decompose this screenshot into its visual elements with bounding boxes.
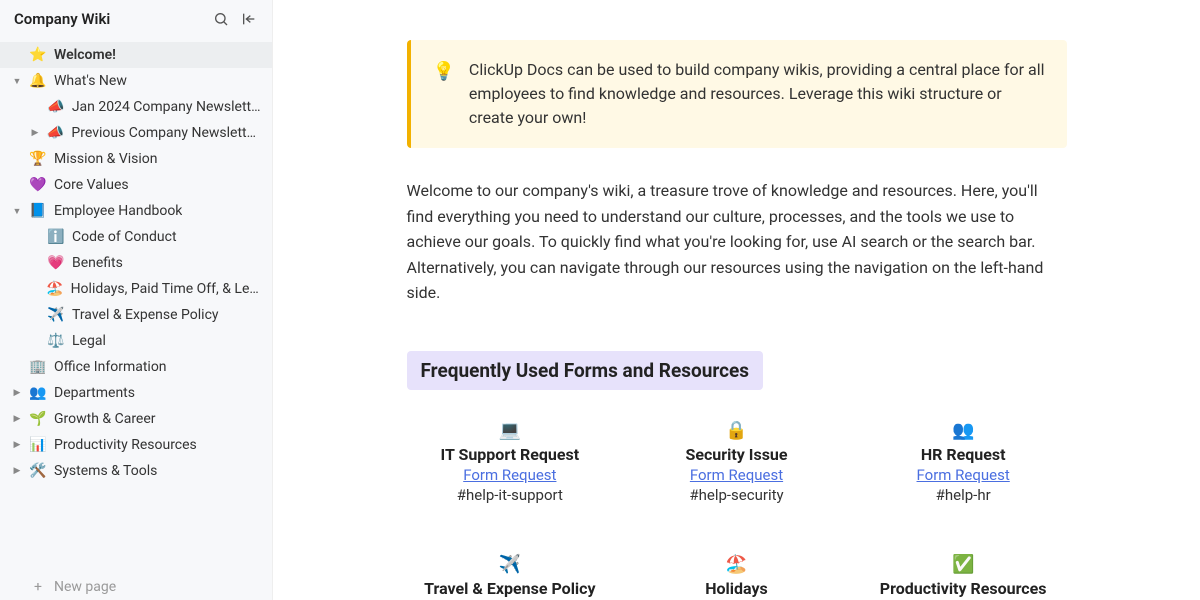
nav-tree: ⭐ Welcome! ▼ 🔔 What's New 📣 Jan 2024 Company N… (0, 38, 272, 574)
card-icon: ✅ (860, 554, 1067, 575)
nav-item-label: Jan 2024 Company Newsletter (72, 99, 262, 115)
nav-item-icon: 📘 (29, 203, 47, 219)
nav-item-label: Office Information (54, 359, 167, 375)
nav-item[interactable]: 💜 Core Values (0, 172, 272, 198)
intro-paragraph: Welcome to our company's wiki, a treasur… (407, 178, 1067, 306)
nav-item[interactable]: 📣 Jan 2024 Company Newsletter (0, 94, 272, 120)
nav-item[interactable]: ▶ 🌱 Growth & Career (0, 406, 272, 432)
nav-item-icon: 👥 (29, 385, 47, 401)
nav-item-label: Legal (72, 333, 106, 349)
search-icon[interactable] (212, 10, 230, 28)
collapse-sidebar-icon[interactable] (240, 10, 258, 28)
card-title: HR Request (860, 445, 1067, 464)
card-title: Productivity Resources (860, 579, 1067, 598)
chevron-icon[interactable]: ▶ (12, 440, 22, 450)
nav-item[interactable]: ⭐ Welcome! (0, 42, 272, 68)
card-title: Security Issue (633, 445, 840, 464)
nav-item-icon: ⚖️ (47, 333, 65, 349)
nav-item-label: Productivity Resources (54, 437, 197, 453)
new-page-button[interactable]: + New page (0, 574, 272, 600)
nav-item-label: Previous Company Newsletters (71, 125, 262, 141)
nav-item-icon: ✈️ (47, 307, 65, 323)
card-icon: 🔒 (633, 420, 840, 441)
nav-item[interactable]: ▼ 🔔 What's New (0, 68, 272, 94)
nav-item[interactable]: ▶ 📣 Previous Company Newsletters (0, 120, 272, 146)
nav-item-icon: 🏢 (29, 359, 47, 375)
card-link[interactable]: Form Request (860, 466, 1067, 484)
nav-item-label: Mission & Vision (54, 151, 158, 167)
nav-item-icon: 🏖️ (46, 281, 63, 297)
nav-item-label: Welcome! (54, 47, 116, 63)
card-sub: #help-security (633, 486, 840, 504)
card-link[interactable]: Form Request (633, 466, 840, 484)
nav-item[interactable]: ▶ 📊 Productivity Resources (0, 432, 272, 458)
nav-item[interactable]: ℹ️ Code of Conduct (0, 224, 272, 250)
cards-grid: 💻 IT Support Request Form Request #help-it-… (407, 420, 1067, 600)
sidebar-header-actions (212, 10, 258, 28)
nav-item-label: What's New (54, 73, 127, 89)
nav-item[interactable]: 🏆 Mission & Vision (0, 146, 272, 172)
nav-item-icon: 📣 (47, 125, 65, 141)
nav-item-icon: ⭐ (29, 47, 47, 63)
nav-item-label: Core Values (54, 177, 129, 193)
nav-item[interactable]: 💗 Benefits (0, 250, 272, 276)
sidebar-header: Company Wiki (0, 0, 272, 38)
card-icon: 👥 (860, 420, 1067, 441)
nav-item-label: Employee Handbook (54, 203, 182, 219)
card-icon: ✈️ (407, 554, 614, 575)
sidebar-title: Company Wiki (14, 10, 110, 28)
chevron-icon[interactable]: ▼ (12, 206, 22, 217)
nav-item[interactable]: 🏖️ Holidays, Paid Time Off, & Leave… (0, 276, 272, 302)
nav-item[interactable]: ▶ 🛠️ Systems & Tools (0, 458, 272, 484)
nav-item-icon: 📊 (29, 437, 47, 453)
nav-item[interactable]: ⚖️ Legal (0, 328, 272, 354)
nav-item[interactable]: ✈️ Travel & Expense Policy (0, 302, 272, 328)
card-title: Holidays (633, 579, 840, 598)
resource-card: ✅Productivity ResourcesLink (860, 554, 1067, 600)
lightbulb-icon: 💡 (433, 58, 455, 130)
resource-card: ✈️Travel & Expense PolicyLink (407, 554, 614, 600)
nav-item-label: Departments (54, 385, 135, 401)
card-title: IT Support Request (407, 445, 614, 464)
nav-item-label: Systems & Tools (54, 463, 157, 479)
nav-item-label: Travel & Expense Policy (72, 307, 219, 323)
resource-card: 🏖️HolidaysLink (633, 554, 840, 600)
resource-card: 🔒 Security Issue Form Request #help-securit… (633, 420, 840, 504)
nav-item-icon: 🌱 (29, 411, 47, 427)
nav-item-icon: 🔔 (29, 73, 47, 89)
nav-item-icon: 🛠️ (29, 463, 47, 479)
nav-item-label: Holidays, Paid Time Off, & Leave… (71, 281, 262, 297)
nav-item-icon: ℹ️ (47, 229, 65, 245)
sidebar: Company Wiki ⭐ Welcome! ▼ 🔔 What's New 📣 Jan 2… (0, 0, 273, 600)
callout-text: ClickUp Docs can be used to build compan… (469, 58, 1045, 130)
chevron-icon[interactable]: ▶ (12, 388, 22, 398)
nav-item[interactable]: ▼ 📘 Employee Handbook (0, 198, 272, 224)
nav-item-label: Growth & Career (54, 411, 156, 427)
nav-item-icon: 💗 (47, 255, 65, 271)
new-page-label: New page (54, 579, 116, 595)
nav-item-label: Benefits (72, 255, 123, 271)
card-icon: 🏖️ (633, 554, 840, 575)
chevron-icon[interactable]: ▶ (12, 414, 22, 424)
nav-item[interactable]: ▶ 👥 Departments (0, 380, 272, 406)
resource-card: 💻 IT Support Request Form Request #help-it-… (407, 420, 614, 504)
card-sub: #help-it-support (407, 486, 614, 504)
nav-item-icon: 📣 (47, 99, 65, 115)
nav-item-icon: 🏆 (29, 151, 47, 167)
callout: 💡 ClickUp Docs can be used to build comp… (407, 40, 1067, 148)
chevron-icon[interactable]: ▼ (12, 76, 22, 87)
card-title: Travel & Expense Policy (407, 579, 614, 598)
card-link[interactable]: Form Request (407, 466, 614, 484)
main-content: 💡 ClickUp Docs can be used to build comp… (273, 0, 1200, 600)
chevron-icon[interactable]: ▶ (12, 466, 22, 476)
nav-item-label: Code of Conduct (72, 229, 177, 245)
nav-item[interactable]: 🏢 Office Information (0, 354, 272, 380)
resource-card: 👥 HR Request Form Request #help-hr (860, 420, 1067, 504)
card-sub: #help-hr (860, 486, 1067, 504)
nav-item-icon: 💜 (29, 177, 47, 193)
plus-icon: + (29, 579, 47, 595)
section-heading: Frequently Used Forms and Resources (407, 351, 764, 390)
card-icon: 💻 (407, 420, 614, 441)
chevron-icon[interactable]: ▶ (30, 128, 40, 138)
